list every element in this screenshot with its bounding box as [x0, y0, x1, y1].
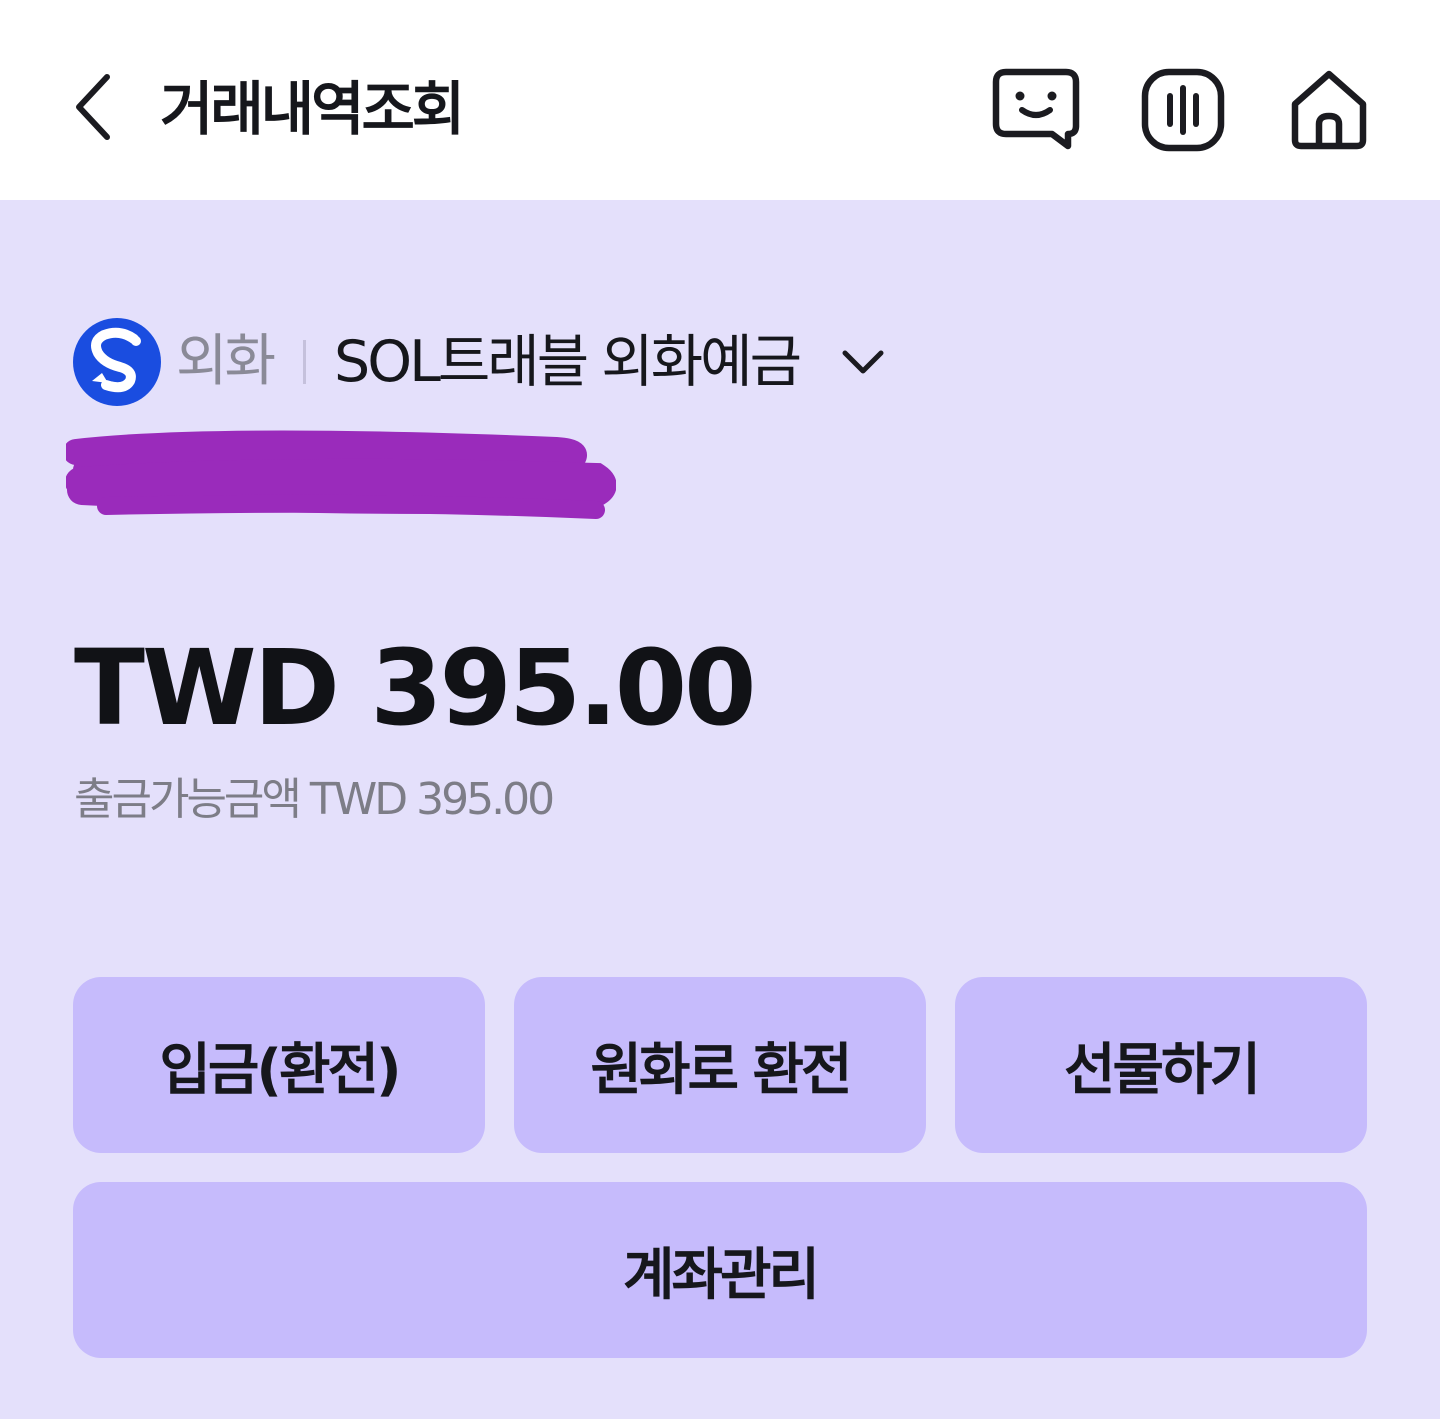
voice-assistant-icon	[1141, 68, 1225, 152]
chat-bot-icon	[992, 68, 1080, 150]
home-button[interactable]	[1283, 64, 1375, 156]
home-icon	[1291, 70, 1367, 150]
exchange-to-krw-button[interactable]: 원화로 환전	[514, 977, 926, 1153]
account-product-name[interactable]: SOL트래블 외화예금	[334, 316, 802, 408]
chevron-down-icon	[842, 350, 884, 374]
deposit-exchange-button[interactable]: 입금(환전)	[73, 977, 485, 1153]
account-dropdown-button[interactable]	[833, 332, 893, 392]
account-selector: 외화 SOL트래블 외화예금	[72, 316, 893, 408]
chevron-left-icon	[76, 74, 110, 140]
divider	[303, 340, 307, 384]
account-number-redaction	[66, 430, 616, 519]
page-title: 거래내역조회	[160, 75, 465, 143]
shinhan-bank-logo	[73, 318, 161, 406]
voice-assistant-button[interactable]	[1137, 64, 1229, 156]
gift-button[interactable]: 선물하기	[955, 977, 1367, 1153]
account-balance: TWD 395.00	[74, 627, 757, 749]
chatbot-button[interactable]	[990, 64, 1082, 156]
account-category: 외화	[176, 329, 276, 394]
app-header: 거래내역조회	[0, 0, 1440, 200]
account-management-button[interactable]: 계좌관리	[73, 1182, 1367, 1358]
back-button[interactable]	[58, 62, 128, 152]
available-withdrawal-amount: 출금가능금액 TWD 395.00	[74, 774, 555, 825]
